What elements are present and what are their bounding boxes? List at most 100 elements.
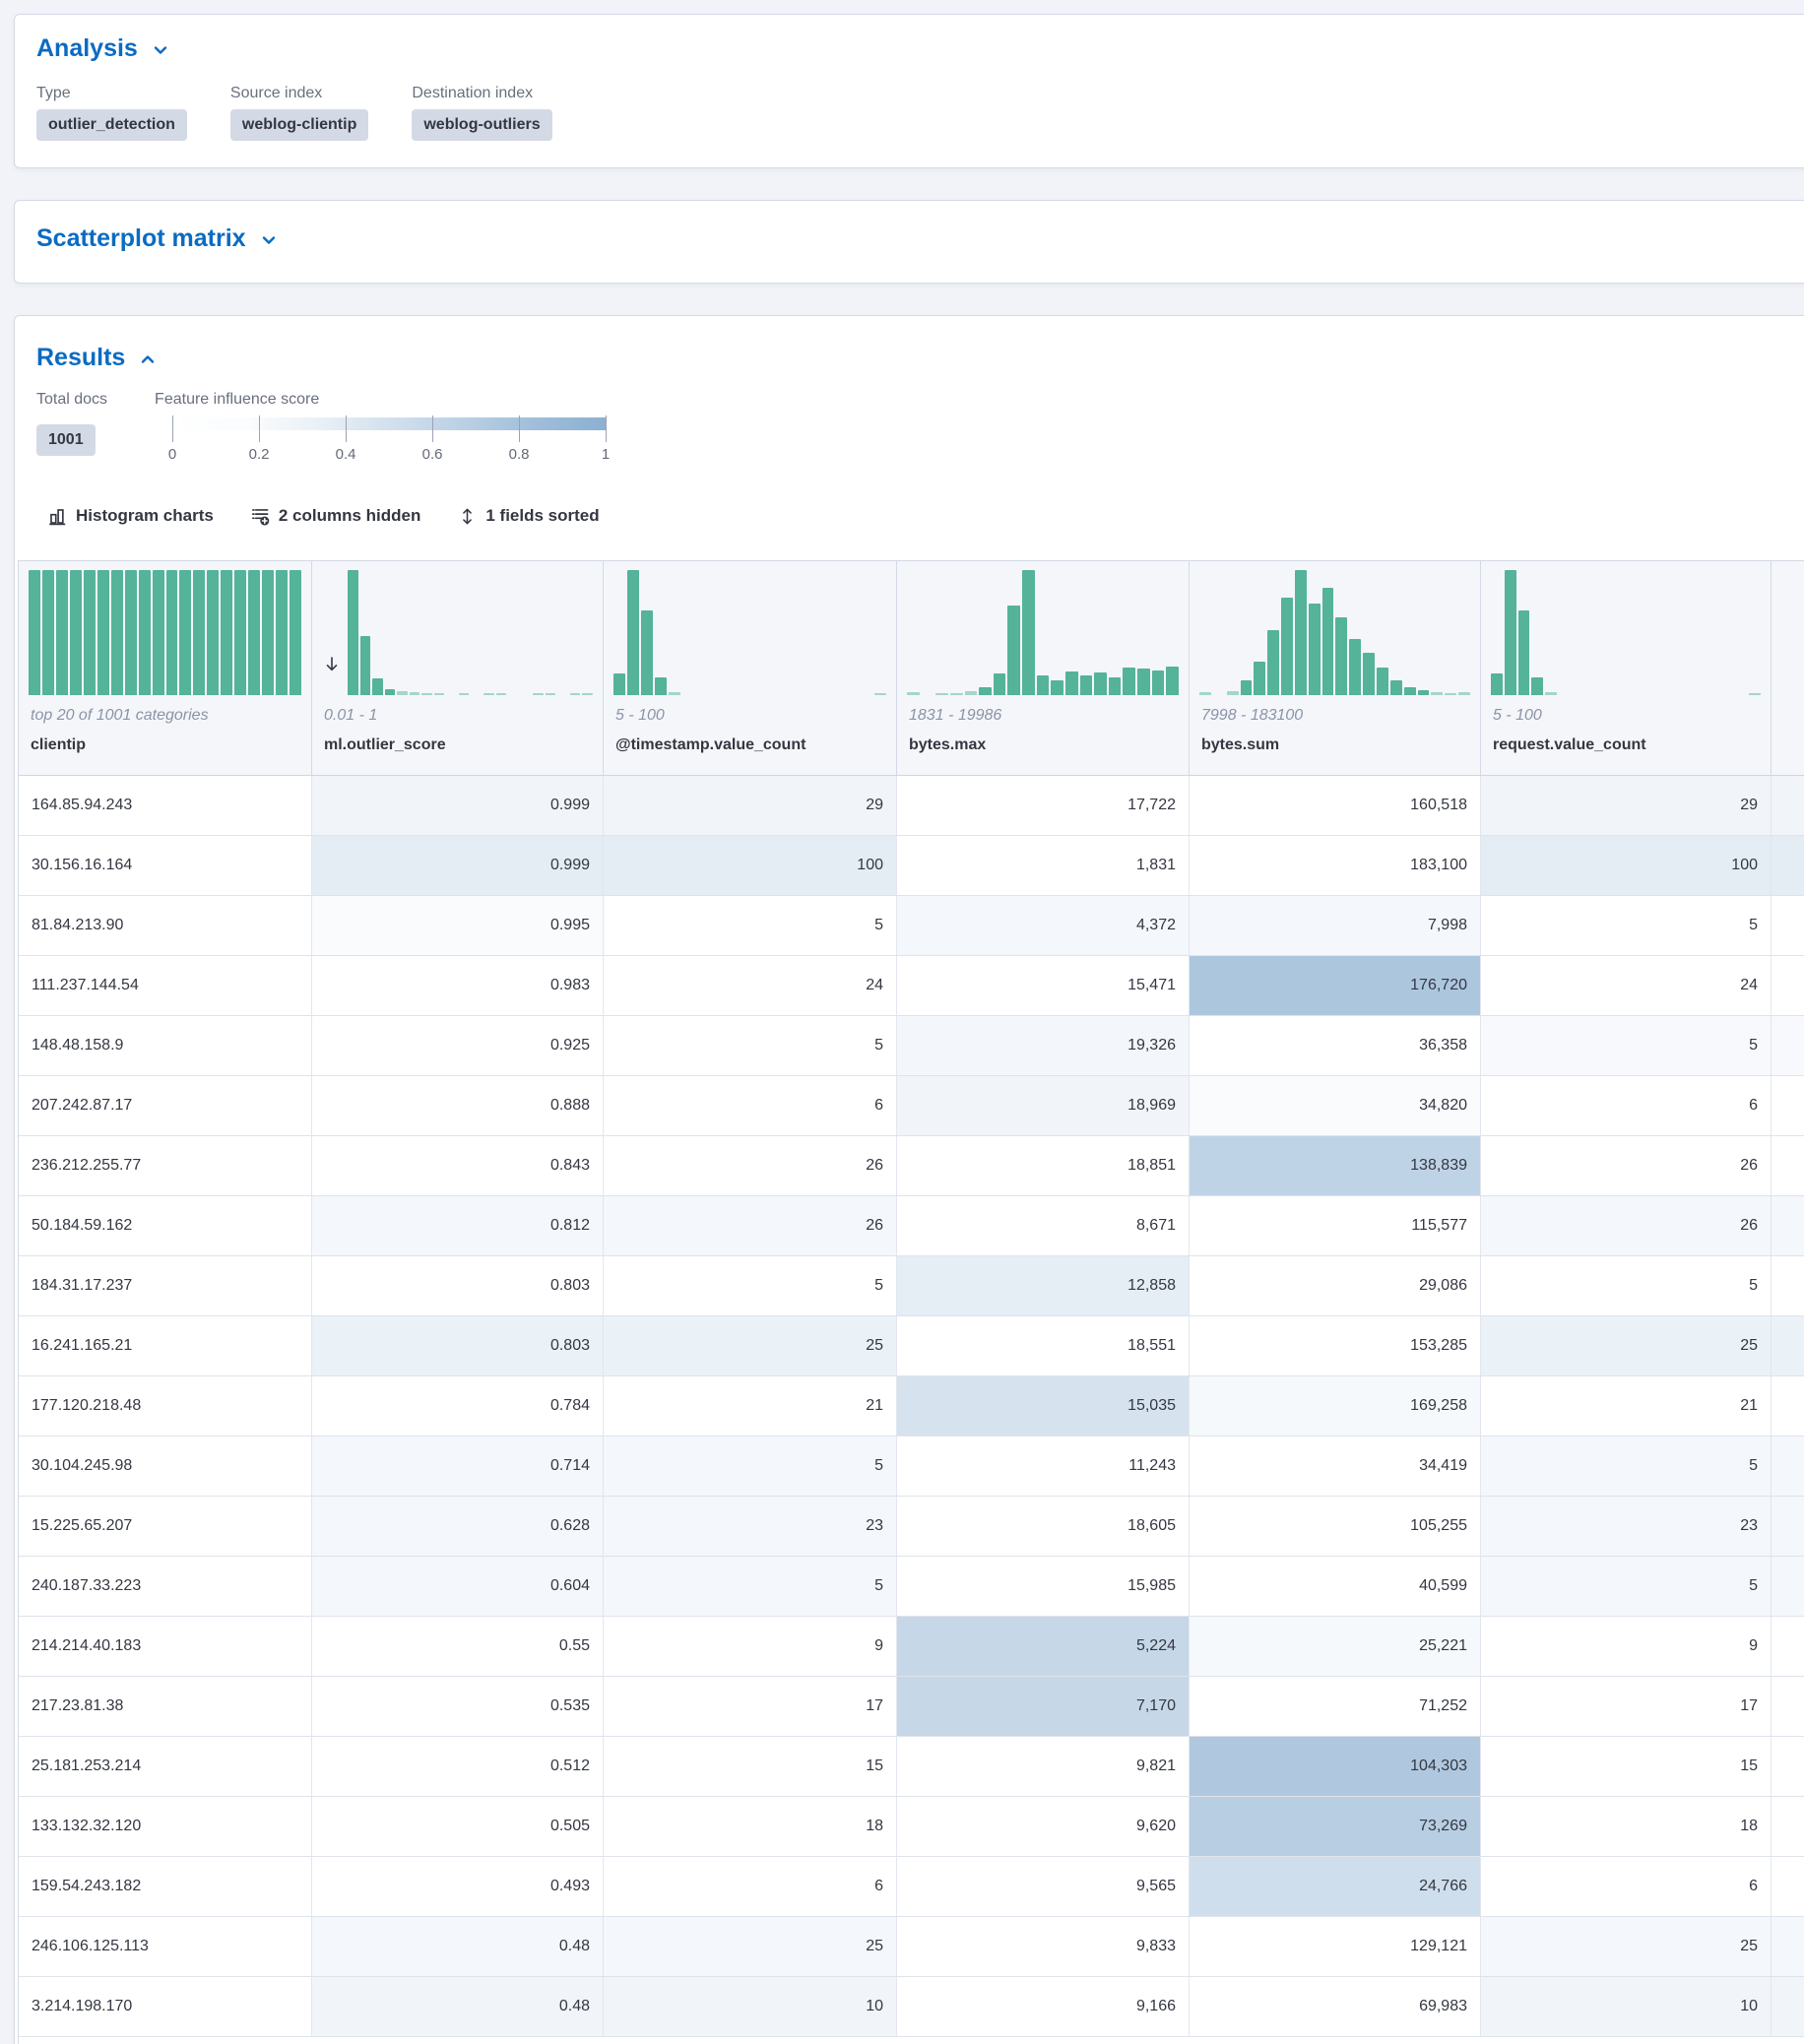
cell-ml.outlier_score[interactable]: 0.784 [312, 1376, 604, 1436]
cell-@timestamp.value_count[interactable]: 26 [604, 1196, 897, 1255]
cell-request.value_count[interactable]: 21 [1481, 1376, 1772, 1436]
results-panel-toggle[interactable]: Results [36, 340, 158, 375]
cell-request.value_count[interactable]: 25 [1481, 1316, 1772, 1375]
cell-request.value_count[interactable]: 18 [1481, 1797, 1772, 1856]
cell-ml.outlier_score[interactable]: 0.999 [312, 836, 604, 895]
column-header-bytes.sum[interactable]: 7998 - 183100bytes.sum [1190, 561, 1481, 775]
cell-clientip[interactable]: 236.212.255.77 [19, 1136, 312, 1195]
cell-bytes.sum[interactable]: 25,221 [1190, 1617, 1481, 1676]
cell-next-column-clipped[interactable] [1772, 836, 1804, 895]
cell-ml.outlier_score[interactable]: 0.983 [312, 956, 604, 1015]
cell-ml.outlier_score[interactable]: 0.512 [312, 1737, 604, 1796]
cell-bytes.sum[interactable]: 115,577 [1190, 1196, 1481, 1255]
cell-request.value_count[interactable]: 6 [1481, 1857, 1772, 1916]
cell-clientip[interactable]: 177.120.218.48 [19, 1376, 312, 1436]
cell-request.value_count[interactable]: 26 [1481, 1196, 1772, 1255]
cell-ml.outlier_score[interactable]: 0.803 [312, 1316, 604, 1375]
cell-@timestamp.value_count[interactable]: 23 [604, 1497, 897, 1556]
cell-clientip[interactable]: 133.132.32.120 [19, 1797, 312, 1856]
cell-@timestamp.value_count[interactable]: 25 [604, 1316, 897, 1375]
column-header-bytes.max[interactable]: 1831 - 19986bytes.max [897, 561, 1190, 775]
cell-bytes.sum[interactable]: 153,285 [1190, 1316, 1481, 1375]
cell-clientip[interactable]: 16.241.165.21 [19, 1316, 312, 1375]
cell-bytes.sum[interactable]: 183,100 [1190, 836, 1481, 895]
cell-next-column-clipped[interactable] [1772, 1076, 1804, 1135]
cell-clientip[interactable]: 15.225.65.207 [19, 1497, 312, 1556]
cell-@timestamp.value_count[interactable]: 5 [604, 1437, 897, 1496]
cell-bytes.sum[interactable]: 40,599 [1190, 1557, 1481, 1616]
cell-ml.outlier_score[interactable]: 0.493 [312, 1857, 604, 1916]
columns-hidden-button[interactable]: 2 columns hidden [251, 506, 421, 526]
cell-bytes.max[interactable]: 18,605 [897, 1497, 1190, 1556]
cell-bytes.sum[interactable]: 36,358 [1190, 1016, 1481, 1075]
cell-ml.outlier_score[interactable]: 0.925 [312, 1016, 604, 1075]
cell-request.value_count[interactable]: 5 [1481, 1256, 1772, 1315]
cell-bytes.sum[interactable]: 169,258 [1190, 1376, 1481, 1436]
cell-clientip[interactable]: 111.237.144.54 [19, 956, 312, 1015]
cell-next-column-clipped[interactable] [1772, 776, 1804, 835]
cell-next-column-clipped[interactable] [1772, 1977, 1804, 2036]
cell-next-column-clipped[interactable] [1772, 1917, 1804, 1976]
cell-bytes.max[interactable]: 18,969 [897, 1076, 1190, 1135]
cell-ml.outlier_score[interactable]: 0.995 [312, 896, 604, 955]
column-header-next-column-clipped[interactable] [1772, 561, 1804, 775]
scatterplot-panel-toggle[interactable]: Scatterplot matrix [36, 224, 279, 253]
cell-bytes.max[interactable]: 18,551 [897, 1316, 1190, 1375]
cell-bytes.sum[interactable]: 138,839 [1190, 1136, 1481, 1195]
cell-@timestamp.value_count[interactable]: 26 [604, 1136, 897, 1195]
cell-bytes.sum[interactable]: 34,419 [1190, 1437, 1481, 1496]
cell-clientip[interactable]: 30.104.245.98 [19, 1437, 312, 1496]
cell-bytes.max[interactable]: 15,471 [897, 956, 1190, 1015]
cell-@timestamp.value_count[interactable]: 15 [604, 1737, 897, 1796]
cell-ml.outlier_score[interactable]: 0.535 [312, 1677, 604, 1736]
column-header-request.value_count[interactable]: 5 - 100request.value_count [1481, 561, 1772, 775]
cell-next-column-clipped[interactable] [1772, 1316, 1804, 1375]
cell-@timestamp.value_count[interactable]: 10 [604, 1977, 897, 2036]
cell-@timestamp.value_count[interactable]: 6 [604, 1857, 897, 1916]
cell-next-column-clipped[interactable] [1772, 1016, 1804, 1075]
cell-bytes.max[interactable]: 9,821 [897, 1737, 1190, 1796]
cell-@timestamp.value_count[interactable]: 25 [604, 1917, 897, 1976]
cell-clientip[interactable]: 214.214.40.183 [19, 1617, 312, 1676]
cell-bytes.sum[interactable]: 73,269 [1190, 1797, 1481, 1856]
cell-bytes.max[interactable]: 5,224 [897, 1617, 1190, 1676]
cell-request.value_count[interactable]: 5 [1481, 1016, 1772, 1075]
cell-bytes.max[interactable]: 8,671 [897, 1196, 1190, 1255]
cell-@timestamp.value_count[interactable]: 29 [604, 776, 897, 835]
cell-next-column-clipped[interactable] [1772, 1136, 1804, 1195]
cell-@timestamp.value_count[interactable]: 21 [604, 1376, 897, 1436]
cell-clientip[interactable]: 30.156.16.164 [19, 836, 312, 895]
cell-next-column-clipped[interactable] [1772, 1737, 1804, 1796]
cell-bytes.max[interactable]: 4,372 [897, 896, 1190, 955]
cell-next-column-clipped[interactable] [1772, 1497, 1804, 1556]
cell-bytes.max[interactable]: 15,035 [897, 1376, 1190, 1436]
cell-ml.outlier_score[interactable]: 0.505 [312, 1797, 604, 1856]
cell-next-column-clipped[interactable] [1772, 1437, 1804, 1496]
cell-request.value_count[interactable]: 15 [1481, 1737, 1772, 1796]
cell-clientip[interactable]: 184.31.17.237 [19, 1256, 312, 1315]
cell-@timestamp.value_count[interactable]: 5 [604, 1256, 897, 1315]
cell-next-column-clipped[interactable] [1772, 1256, 1804, 1315]
cell-request.value_count[interactable]: 25 [1481, 1917, 1772, 1976]
fields-sorted-button[interactable]: 1 fields sorted [458, 506, 599, 526]
cell-next-column-clipped[interactable] [1772, 1617, 1804, 1676]
cell-bytes.sum[interactable]: 69,983 [1190, 1977, 1481, 2036]
cell-clientip[interactable]: 148.48.158.9 [19, 1016, 312, 1075]
cell-request.value_count[interactable]: 26 [1481, 1136, 1772, 1195]
cell-@timestamp.value_count[interactable]: 100 [604, 836, 897, 895]
cell-bytes.max[interactable]: 12,858 [897, 1256, 1190, 1315]
cell-clientip[interactable]: 246.106.125.113 [19, 1917, 312, 1976]
cell-ml.outlier_score[interactable]: 0.812 [312, 1196, 604, 1255]
cell-bytes.sum[interactable]: 129,121 [1190, 1917, 1481, 1976]
cell-@timestamp.value_count[interactable]: 9 [604, 1617, 897, 1676]
cell-clientip[interactable]: 240.187.33.223 [19, 1557, 312, 1616]
cell-@timestamp.value_count[interactable]: 5 [604, 1016, 897, 1075]
analysis-panel-toggle[interactable]: Analysis [36, 34, 170, 63]
cell-ml.outlier_score[interactable]: 0.604 [312, 1557, 604, 1616]
cell-bytes.sum[interactable]: 160,518 [1190, 776, 1481, 835]
cell-@timestamp.value_count[interactable]: 17 [604, 1677, 897, 1736]
cell-bytes.max[interactable]: 15,985 [897, 1557, 1190, 1616]
cell-bytes.max[interactable]: 9,166 [897, 1977, 1190, 2036]
cell-ml.outlier_score[interactable]: 0.888 [312, 1076, 604, 1135]
cell-next-column-clipped[interactable] [1772, 1376, 1804, 1436]
